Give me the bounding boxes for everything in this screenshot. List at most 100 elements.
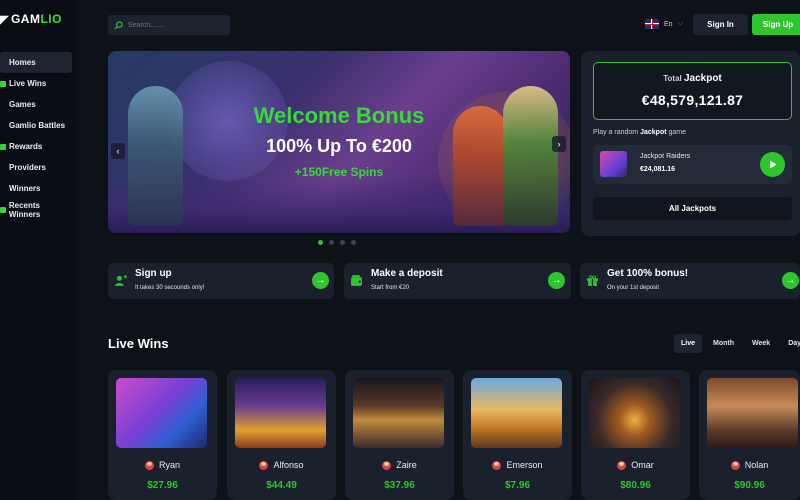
carousel-dots [318, 240, 356, 245]
gift-icon [587, 275, 598, 286]
uk-flag-icon [645, 19, 659, 29]
search-bar[interactable] [108, 15, 230, 35]
jackpot-game-amount: €24,081.16 [640, 166, 676, 173]
game-thumbnail [116, 378, 207, 448]
live-win-card[interactable]: Nolan $90.96 [699, 370, 800, 500]
live-win-card[interactable]: Ryan $27.96 [108, 370, 217, 500]
promo-subtitle: It takes 30 secounds only! [135, 285, 205, 291]
carousel-dot[interactable] [318, 240, 323, 245]
win-amount: $7.96 [504, 480, 531, 491]
carousel-dot[interactable] [340, 240, 345, 245]
promo-subtitle: On your 1st deposit [607, 285, 660, 291]
tab-day[interactable]: Day [781, 334, 800, 353]
promo-title: Get 100% bonus! [607, 268, 689, 279]
winner-name: Alfonso [273, 460, 304, 470]
carousel-dot[interactable] [351, 240, 356, 245]
sidebar-item-label: Gamlio Battles [9, 121, 66, 130]
random-suffix: game [668, 129, 687, 136]
sidebar-item-rewards[interactable]: Rewards [0, 136, 72, 157]
promo-banner[interactable]: Welcome Bonus 100% Up To €200 +150Free S… [108, 51, 570, 233]
game-thumbnail [589, 378, 680, 448]
arrow-right-icon[interactable]: → [312, 272, 329, 289]
providers-icon [0, 165, 6, 171]
live-win-card[interactable]: Emerson $7.96 [463, 370, 572, 500]
game-thumbnail [471, 378, 562, 448]
jackpot-game-thumbnail [600, 151, 627, 177]
avatar [730, 460, 740, 470]
sign-up-button[interactable]: Sign Up [752, 14, 800, 35]
language-label: En [664, 20, 673, 28]
live-win-card[interactable]: Alfonso $44.49 [227, 370, 336, 500]
sidebar-item-label: Providers [9, 163, 46, 172]
logo-text-2: LIO [40, 12, 62, 26]
banner-offer: 100% Up To €200 [266, 136, 412, 156]
logo[interactable]: ◤ GAM LIO [0, 12, 62, 26]
play-icon [770, 160, 777, 169]
arrow-right-icon[interactable]: → [548, 272, 565, 289]
language-selector[interactable]: En ⌵ [645, 19, 683, 29]
gift-icon [0, 143, 6, 150]
sign-in-button[interactable]: Sign In [693, 14, 748, 35]
tab-week[interactable]: Week [745, 334, 777, 353]
live-wins-title: Live Wins [108, 336, 169, 351]
sidebar-item-label: Games [9, 100, 36, 109]
total-jackpot-amount: €48,579,121.87 [641, 92, 744, 108]
sidebar-item-homes[interactable]: Homes [0, 52, 72, 73]
random-prefix: Play a random [593, 129, 639, 136]
promo-card-signup[interactable]: Sign up It takes 30 secounds only! → [108, 263, 334, 299]
promo-subtitle: Start from €20 [371, 285, 410, 291]
play-button[interactable] [760, 152, 785, 177]
arrow-right-icon[interactable]: → [782, 272, 799, 289]
promo-card-deposit[interactable]: Make a deposit Start from €20 → [344, 263, 571, 299]
winner-info: Ryan [108, 460, 217, 470]
sidebar-nav: Homes Live Wins Games Gamlio Battles Rew… [0, 52, 72, 220]
random-jackpot-text: Play a random Jackpot game [593, 129, 686, 136]
carousel-dot[interactable] [329, 240, 334, 245]
tab-month[interactable]: Month [706, 334, 741, 353]
search-input[interactable] [128, 21, 223, 29]
banner-spins: +150Free Spins [294, 165, 384, 179]
chevron-left-icon[interactable]: ‹ [111, 143, 125, 159]
jackpot-panel: Total Jackpot €48,579,121.87 Play a rand… [581, 51, 800, 236]
chevron-right-icon[interactable]: › [552, 136, 566, 152]
games-icon [0, 102, 6, 108]
winner-info: Zaire [345, 460, 454, 470]
winner-name: Nolan [744, 460, 769, 470]
winner-name: Emerson [506, 460, 543, 470]
win-amount: $37.96 [384, 480, 415, 491]
total-label-main: Jackpot [683, 73, 722, 84]
winner-info: Alfonso [227, 460, 336, 470]
sidebar-item-games[interactable]: Games [0, 94, 72, 115]
trophy-icon [0, 80, 6, 87]
sidebar-item-gamlio-battles[interactable]: Gamlio Battles [0, 115, 72, 136]
win-amount: $44.49 [266, 480, 297, 491]
winner-name: Omar [631, 460, 654, 470]
win-amount: $80.96 [620, 480, 651, 491]
sidebar-item-providers[interactable]: Providers [0, 157, 72, 178]
live-win-card[interactable]: Zaire $37.96 [345, 370, 454, 500]
promo-card-bonus[interactable]: Get 100% bonus! On your 1st deposit → [580, 263, 800, 299]
tab-live[interactable]: Live [674, 334, 703, 353]
win-amount: $90.96 [734, 480, 765, 491]
winner-name: Zaire [396, 460, 417, 470]
all-jackpots-button[interactable]: All Jackpots [593, 197, 792, 220]
winners-icon [0, 186, 6, 192]
avatar [382, 460, 392, 470]
sidebar-item-label: Winners [9, 184, 41, 193]
game-thumbnail [707, 378, 798, 448]
jackpot-game-card[interactable]: Jackpot Raiders €24,081.16 [593, 145, 792, 184]
game-thumbnail [235, 378, 326, 448]
sidebar-item-live-wins[interactable]: Live Wins [0, 73, 72, 94]
avatar [144, 460, 154, 470]
random-bold: Jackpot [640, 129, 667, 136]
avatar [259, 460, 269, 470]
win-amount: $27.96 [147, 480, 178, 491]
search-icon [114, 20, 123, 30]
winner-name: Ryan [158, 460, 180, 470]
live-win-card[interactable]: Omar $80.96 [581, 370, 690, 500]
winner-info: Nolan [699, 460, 800, 470]
winner-info: Emerson [463, 460, 572, 470]
sidebar-item-winners[interactable]: Winners [0, 178, 72, 199]
sidebar-item-recents-winners[interactable]: Recents Winners [0, 199, 72, 220]
avatar [492, 460, 502, 470]
